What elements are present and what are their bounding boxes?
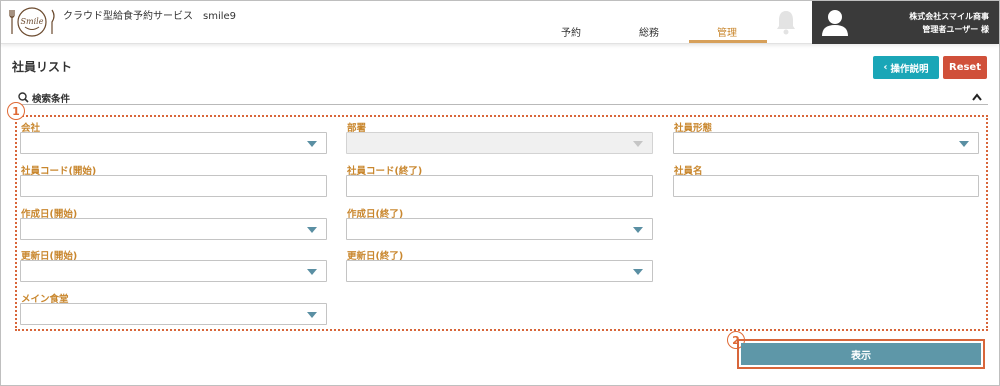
user-avatar-icon (822, 10, 848, 36)
created-date-start-select[interactable] (20, 218, 327, 240)
chevron-left-icon: ‹ (883, 62, 888, 73)
caret-down-icon (307, 141, 317, 147)
search-conditions-header[interactable]: 検索条件 (12, 91, 988, 105)
user-menu[interactable]: 株式会社スマイル商事 管理者ユーザー 様 (812, 1, 999, 44)
updated-date-start-select[interactable] (20, 260, 327, 282)
smile-logo-icon: Smile (9, 7, 55, 37)
company-name: 株式会社スマイル商事 (909, 12, 989, 21)
help-button[interactable]: ‹ 操作説明 (873, 56, 939, 79)
nav-tab-management[interactable]: 管理 (692, 24, 762, 39)
search-conditions-label: 検索条件 (32, 94, 71, 105)
department-select (346, 132, 653, 154)
display-button-highlight: 表示 (737, 339, 985, 369)
chevron-up-icon[interactable] (972, 93, 982, 101)
caret-down-icon (633, 141, 643, 147)
app-header: Smile クラウド型給食予約サービス smile9 予約 総務 管理 株式会社… (1, 1, 999, 44)
employee-code-start-input[interactable] (20, 175, 327, 197)
reset-button[interactable]: Reset (943, 56, 987, 79)
active-tab-indicator (689, 40, 767, 43)
created-date-end-select[interactable] (346, 218, 653, 240)
employee-code-end-input[interactable] (346, 175, 653, 197)
caret-down-icon (307, 227, 317, 233)
caret-down-icon (959, 141, 969, 147)
search-icon (18, 92, 29, 103)
employment-type-select[interactable] (673, 132, 979, 154)
company-select[interactable] (20, 132, 327, 154)
user-name: 管理者ユーザー 様 (922, 25, 989, 34)
caret-down-icon (307, 269, 317, 275)
page-title: 社員リスト (12, 60, 73, 74)
nav-tab-reservation[interactable]: 予約 (536, 24, 606, 39)
display-button[interactable]: 表示 (741, 343, 981, 365)
nav-tab-general-affairs[interactable]: 総務 (614, 24, 684, 39)
caret-down-icon (633, 269, 643, 275)
caret-down-icon (633, 227, 643, 233)
caret-down-icon (307, 312, 317, 318)
svg-text:Smile: Smile (21, 17, 44, 26)
updated-date-end-select[interactable] (346, 260, 653, 282)
help-button-label: 操作説明 (890, 63, 929, 75)
bell-icon[interactable] (775, 9, 797, 35)
main-cafeteria-select[interactable] (20, 303, 327, 325)
app-title: クラウド型給食予約サービス smile9 (63, 11, 237, 22)
annotation-badge-1: 1 (7, 102, 25, 120)
employee-name-input[interactable] (673, 175, 979, 197)
